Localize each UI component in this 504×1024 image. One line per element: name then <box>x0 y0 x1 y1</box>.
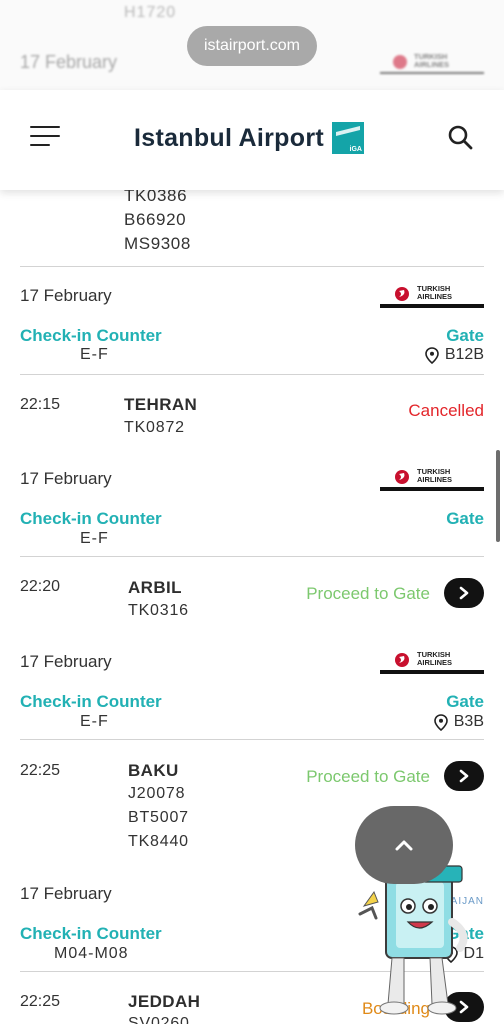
flight-code: BT5007 <box>128 809 189 826</box>
checkin-counter-value: M04-M08 <box>54 945 129 962</box>
flight-details-button[interactable] <box>444 761 484 791</box>
location-pin-icon <box>433 713 448 731</box>
flight-date: 17 February <box>20 469 112 488</box>
search-icon[interactable] <box>446 123 474 151</box>
flight-destination: TEHRAN <box>124 395 198 414</box>
iga-logo-icon: iGA <box>331 122 364 154</box>
site-header: Istanbul Airport iGA <box>0 90 504 190</box>
flight-destination: JEDDAH <box>128 992 201 1011</box>
scroll-to-top-button[interactable] <box>355 806 453 884</box>
flight-code: TK0316 <box>128 602 189 619</box>
checkin-counter-link[interactable]: Check-in Counter <box>20 692 162 712</box>
previous-flight-code: H1720 <box>124 4 177 21</box>
gate-label: Gate <box>446 509 484 528</box>
flight-time: 22:25 <box>20 762 61 779</box>
mascot-assistant-icon[interactable] <box>352 862 492 1022</box>
scrollbar[interactable] <box>496 450 500 542</box>
flight-code: B66920 <box>124 210 187 229</box>
flight-code: TK0872 <box>124 419 185 436</box>
row-divider <box>20 266 484 267</box>
menu-icon[interactable] <box>30 126 62 148</box>
checkin-counter-value: E-F <box>80 713 109 730</box>
checkin-counter-value: E-F <box>80 530 109 547</box>
browser-url-bar[interactable]: istairport.com <box>187 26 317 66</box>
flight-status: Proceed to Gate <box>306 767 430 786</box>
flight-status: Proceed to Gate <box>306 584 430 603</box>
flight-time: 22:20 <box>20 578 61 595</box>
row-divider <box>20 739 484 740</box>
turkish-airlines-logo: TURKISH AIRLINES <box>380 284 484 308</box>
flight-codes-list: TK0386 B66920 MS9308 <box>124 184 191 256</box>
flight-status: Cancelled <box>408 401 484 420</box>
turkish-airlines-logo: TURKISH AIRLINES <box>380 650 484 674</box>
flight-code: MS9308 <box>124 234 191 253</box>
chevron-up-icon <box>395 840 413 851</box>
flight-destination: ARBIL <box>128 578 182 597</box>
svg-text:AIRLINES: AIRLINES <box>417 475 452 484</box>
svg-text:AIRLINES: AIRLINES <box>417 658 452 667</box>
checkin-counter-link[interactable]: Check-in Counter <box>20 924 162 944</box>
row-divider <box>20 374 484 375</box>
checkin-counter-link[interactable]: Check-in Counter <box>20 326 162 346</box>
flight-details-button[interactable] <box>444 578 484 608</box>
flight-date: 17 February <box>20 652 112 671</box>
flight-code: TK8440 <box>128 833 189 850</box>
flight-date: 17 February <box>20 286 112 305</box>
checkin-counter-value: E-F <box>80 346 109 363</box>
gate-label: Gate <box>446 326 484 345</box>
location-pin-icon <box>425 346 439 364</box>
flight-time: 22:15 <box>20 396 61 413</box>
flight-codes-list: J20078 BT5007 TK8440 <box>128 782 189 854</box>
svg-text:AIRLINES: AIRLINES <box>414 60 449 69</box>
turkish-airlines-logo: TURKISH AIRLINES <box>380 467 484 491</box>
flight-code: SV0260 <box>128 1015 190 1024</box>
checkin-counter-link[interactable]: Check-in Counter <box>20 509 162 529</box>
flight-destination: BAKU <box>128 761 179 780</box>
previous-flight-date: 17 February <box>20 52 118 72</box>
brand-name: Istanbul Airport <box>134 123 324 152</box>
gate-label: Gate <box>446 692 484 711</box>
chevron-right-icon <box>459 586 469 600</box>
turkish-airlines-logo: TURKISH AIRLINES <box>380 52 484 74</box>
gate-value: B3B <box>433 713 484 731</box>
flight-code: J20078 <box>128 785 186 802</box>
gate-value: B12B <box>425 346 484 364</box>
svg-text:AIRLINES: AIRLINES <box>417 292 452 301</box>
site-logo[interactable]: Istanbul Airport iGA <box>134 122 364 154</box>
row-divider <box>20 556 484 557</box>
flight-time: 22:25 <box>20 993 61 1010</box>
chevron-right-icon <box>459 769 469 783</box>
flight-date: 17 February <box>20 884 112 903</box>
